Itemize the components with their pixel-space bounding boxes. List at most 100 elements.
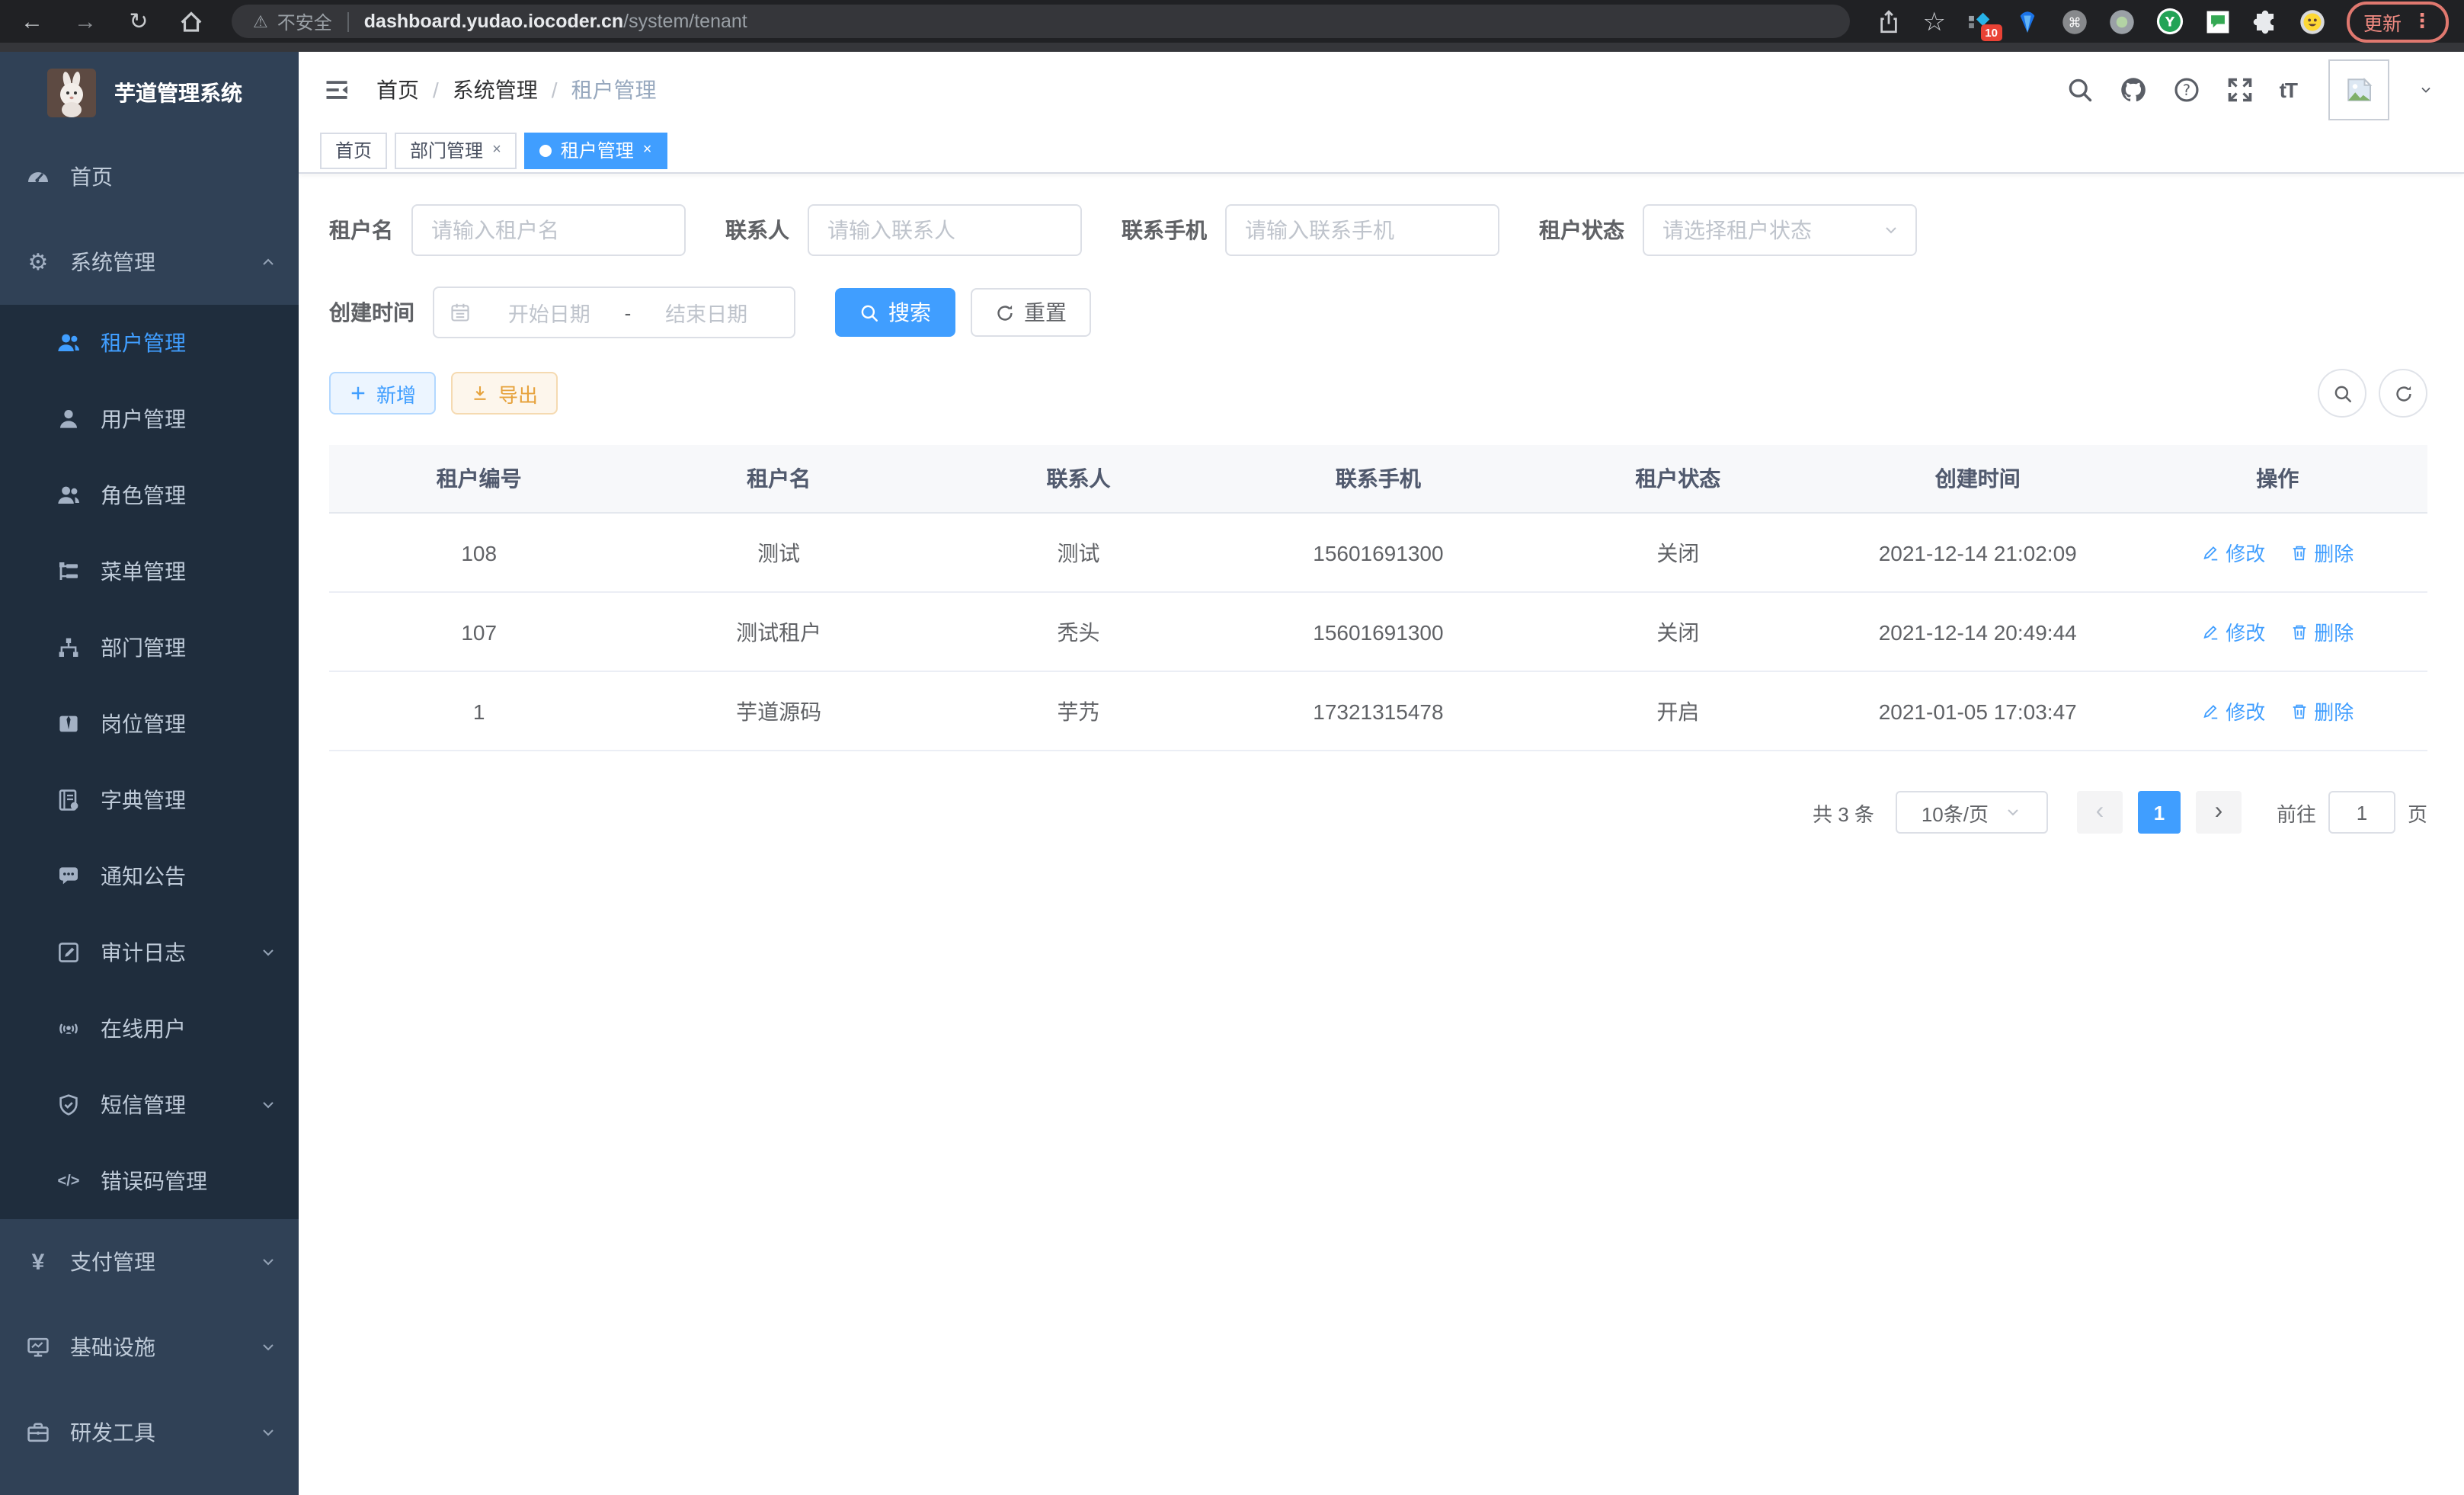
sidebar-item-notice[interactable]: 通知公告: [0, 838, 299, 914]
breadcrumb-system[interactable]: 系统管理: [453, 75, 538, 105]
sidebar-item-user[interactable]: 用户管理: [0, 381, 299, 457]
breadcrumb: 首页 / 系统管理 / 租户管理: [376, 75, 657, 105]
bookmarks-bar: [0, 43, 2464, 52]
not-secure-label[interactable]: 不安全: [277, 8, 332, 34]
user-avatar[interactable]: [2328, 59, 2389, 120]
sidebar-item-dict[interactable]: 字典管理: [0, 762, 299, 838]
dashboard-icon: [26, 165, 50, 189]
goto-page-input[interactable]: [2328, 791, 2395, 834]
sidebar-item-sms[interactable]: 短信管理: [0, 1067, 299, 1143]
chrome-update-button[interactable]: 更新 ⋮: [2347, 1, 2449, 42]
browser-back-icon[interactable]: ←: [18, 8, 46, 34]
table-row[interactable]: 108 测试 测试 15601691300 关闭 2021-12-14 21:0…: [329, 513, 2427, 592]
next-page-button[interactable]: ›: [2196, 791, 2242, 834]
font-size-icon[interactable]: tT: [2280, 78, 2296, 102]
share-icon[interactable]: [1875, 8, 1901, 34]
sidebar-item-dept[interactable]: 部门管理: [0, 610, 299, 686]
tenant-name-input[interactable]: [411, 204, 686, 256]
search-button[interactable]: 搜索: [835, 288, 955, 337]
col-mobile: 联系手机: [1228, 445, 1528, 513]
pen-icon: [2201, 543, 2219, 562]
sidebar-item-post[interactable]: 岗位管理: [0, 686, 299, 762]
sidebar: 芋道管理系统 首页 ⚙ 系统管理 租户管理 用户管理: [0, 52, 299, 1495]
app-title: 芋道管理系统: [114, 78, 242, 108]
chevron-down-icon: [259, 1338, 277, 1356]
chrome-menu-dots-icon[interactable]: ⋮: [2412, 9, 2432, 34]
extension-kite-icon[interactable]: [2014, 8, 2040, 34]
col-contact: 联系人: [929, 445, 1228, 513]
fullscreen-icon[interactable]: [2226, 76, 2254, 104]
sidebar-item-home[interactable]: 首页: [0, 134, 299, 219]
close-icon[interactable]: ×: [643, 142, 652, 158]
update-label: 更新: [2363, 7, 2402, 36]
add-button[interactable]: 新增: [329, 372, 436, 415]
table-row[interactable]: 1 芋道源码 芋艿 17321315478 开启 2021-01-05 17:0…: [329, 671, 2427, 751]
sidebar-item-pay[interactable]: ¥ 支付管理: [0, 1219, 299, 1305]
browser-forward-icon[interactable]: →: [72, 8, 99, 34]
edit-link[interactable]: 修改: [2201, 538, 2265, 567]
sidebar-item-error-code[interactable]: </> 错误码管理: [0, 1143, 299, 1219]
prev-page-button[interactable]: ‹: [2077, 791, 2123, 834]
sidebar-item-dev-tools[interactable]: 研发工具: [0, 1390, 299, 1475]
not-secure-warning-icon: ⚠: [253, 11, 268, 31]
page-size-select[interactable]: 10条/页: [1896, 791, 2048, 834]
extension-record-icon[interactable]: [2109, 8, 2135, 34]
extension-chat-icon[interactable]: [2205, 8, 2231, 34]
create-time-label: 创建时间: [329, 297, 414, 328]
extensions-puzzle-icon[interactable]: [2252, 8, 2278, 34]
chevron-down-icon: [259, 1096, 277, 1114]
breadcrumb-current: 租户管理: [571, 75, 657, 105]
logo-rabbit-image: [47, 69, 96, 117]
url-host[interactable]: dashboard.yudao.iocoder.cn: [364, 11, 623, 32]
sidebar-item-tenant[interactable]: 租户管理: [0, 305, 299, 381]
refresh-table-button[interactable]: [2379, 369, 2427, 418]
date-range-picker[interactable]: 开始日期 - 结束日期: [433, 287, 795, 338]
status-select[interactable]: 请选择租户状态: [1643, 204, 1917, 256]
reset-button[interactable]: 重置: [971, 288, 1091, 337]
tag-home[interactable]: 首页: [320, 132, 387, 168]
refresh-icon: [2393, 383, 2413, 403]
tag-tenant[interactable]: 租户管理 ×: [524, 132, 667, 168]
help-icon[interactable]: [2173, 76, 2200, 104]
app-logo[interactable]: 芋道管理系统: [0, 52, 299, 134]
avatar-caret-icon[interactable]: [2418, 82, 2434, 98]
date-end-placeholder: 结束日期: [634, 297, 779, 328]
delete-link[interactable]: 删除: [2290, 538, 2354, 567]
pagination-total: 共 3 条: [1813, 798, 1874, 827]
sidebar-item-infra[interactable]: 基础设施: [0, 1305, 299, 1390]
header-search-icon[interactable]: [2066, 76, 2094, 104]
browser-reload-icon[interactable]: ↻: [125, 8, 152, 35]
github-icon[interactable]: [2120, 76, 2147, 104]
tag-dept[interactable]: 部门管理 ×: [395, 132, 517, 168]
sidebar-item-online-user[interactable]: 在线用户: [0, 991, 299, 1067]
address-bar[interactable]: ⚠ 不安全 dashboard.yudao.iocoder.cn /system…: [232, 5, 1850, 38]
show-search-toggle-button[interactable]: [2318, 369, 2366, 418]
export-button[interactable]: 导出: [451, 372, 558, 415]
pen-icon: [2201, 623, 2219, 641]
extension-y-icon[interactable]: [2156, 8, 2184, 35]
edit-link[interactable]: 修改: [2201, 696, 2265, 725]
refresh-icon: [995, 303, 1015, 322]
profile-emoji-icon[interactable]: [2299, 8, 2325, 34]
table-row[interactable]: 107 测试租户 秃头 15601691300 关闭 2021-12-14 20…: [329, 592, 2427, 671]
sidebar-item-audit-log[interactable]: 审计日志: [0, 914, 299, 991]
extension-diamond-icon[interactable]: 10: [1967, 8, 1993, 34]
contact-input[interactable]: [808, 204, 1082, 256]
current-page-button[interactable]: 1: [2138, 791, 2181, 834]
delete-link[interactable]: 删除: [2290, 617, 2354, 646]
user-icon: [56, 407, 81, 431]
sidebar-item-system[interactable]: ⚙ 系统管理: [0, 219, 299, 305]
bookmark-star-icon[interactable]: ☆: [1922, 8, 1946, 34]
breadcrumb-home[interactable]: 首页: [376, 75, 419, 105]
edit-link[interactable]: 修改: [2201, 617, 2265, 646]
users-icon: [56, 331, 81, 355]
url-path[interactable]: /system/tenant: [623, 11, 747, 32]
sidebar-item-role[interactable]: 角色管理: [0, 457, 299, 533]
delete-link[interactable]: 删除: [2290, 696, 2354, 725]
browser-home-icon[interactable]: [178, 8, 204, 34]
extension-command-icon[interactable]: [2062, 8, 2088, 34]
mobile-input[interactable]: [1225, 204, 1499, 256]
sidebar-item-menu[interactable]: 菜单管理: [0, 533, 299, 610]
sidebar-collapse-icon[interactable]: [323, 76, 350, 104]
close-icon[interactable]: ×: [492, 142, 501, 158]
